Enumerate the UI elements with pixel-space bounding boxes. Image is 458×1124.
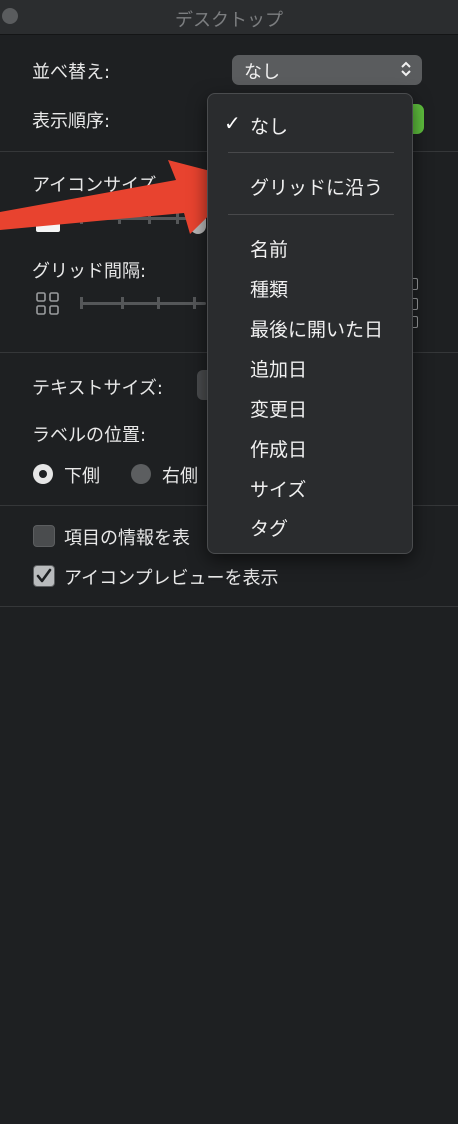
sort-select-value: なし bbox=[244, 62, 280, 83]
menu-item-date-added[interactable]: 追加日 bbox=[250, 355, 307, 382]
window-title: デスクトップ bbox=[175, 10, 283, 31]
checkmark-icon bbox=[36, 568, 52, 583]
menu-item-none[interactable]: なし bbox=[250, 112, 288, 139]
text-size-label: テキストサイズ: bbox=[32, 378, 163, 399]
menu-item-date-modified[interactable]: 変更日 bbox=[250, 395, 307, 422]
show-icon-preview-checkbox[interactable] bbox=[33, 565, 55, 587]
menu-separator bbox=[228, 152, 394, 153]
slider-tick bbox=[193, 297, 196, 309]
menu-item-date-created[interactable]: 作成日 bbox=[250, 435, 307, 462]
sort-select[interactable]: なし bbox=[232, 55, 422, 85]
show-item-info-checkbox[interactable] bbox=[33, 525, 55, 547]
menu-separator bbox=[228, 214, 394, 215]
show-icon-preview-label: アイコンプレビューを表示 bbox=[64, 568, 279, 589]
menu-item-size[interactable]: サイズ bbox=[250, 475, 306, 502]
title-bar: デスクトップ bbox=[0, 0, 458, 35]
radio-right-label: 右側 bbox=[162, 466, 198, 487]
grid-spacing-label: グリッド間隔: bbox=[32, 261, 147, 282]
radio-bottom-label: 下側 bbox=[64, 466, 100, 487]
slider-tick bbox=[121, 297, 124, 309]
divider bbox=[0, 606, 458, 607]
menu-item-tags[interactable]: タグ bbox=[250, 514, 288, 541]
label-position-label: ラベルの位置: bbox=[32, 425, 147, 446]
updown-chevron-icon bbox=[400, 60, 412, 82]
sort-label: 並べ替え: bbox=[32, 62, 111, 83]
menu-item-kind[interactable]: 種類 bbox=[250, 275, 288, 302]
show-item-info-label: 項目の情報を表 bbox=[64, 528, 190, 549]
checkmark-icon: ✓ bbox=[224, 111, 241, 135]
grid-icon bbox=[36, 292, 60, 320]
slider-tick bbox=[157, 297, 160, 309]
slider-tick bbox=[80, 297, 83, 309]
menu-item-date-last-opened[interactable]: 最後に開いた日 bbox=[250, 315, 383, 342]
menu-item-snap-to-grid[interactable]: グリッドに沿う bbox=[250, 173, 383, 200]
menu-item-name[interactable]: 名前 bbox=[250, 235, 288, 262]
sort-dropdown-menu: ✓ なし グリッドに沿う 名前 種類 最後に開いた日 追加日 変更日 作成日 サ… bbox=[207, 93, 413, 554]
grid-spacing-slider[interactable] bbox=[80, 302, 206, 305]
radio-bottom[interactable] bbox=[33, 464, 53, 484]
radio-right[interactable] bbox=[131, 464, 151, 484]
display-order-label: 表示順序: bbox=[32, 111, 111, 132]
